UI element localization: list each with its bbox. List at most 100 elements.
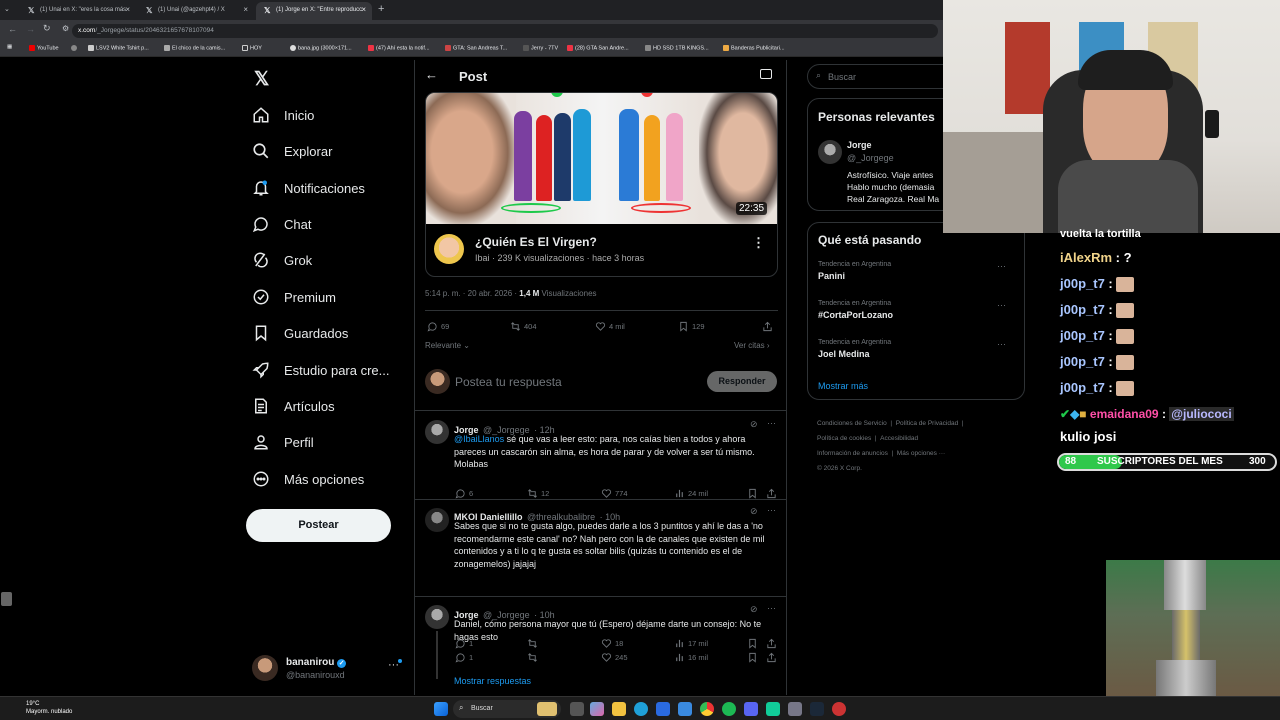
x-logo-icon[interactable]: 𝕏 xyxy=(254,68,269,91)
bookmark-item[interactable]: bana.jpg (3000×171... xyxy=(290,45,352,51)
youtube-card[interactable]: 22:35 ¿Quién Es El Virgen? Ibai · 239 K … xyxy=(425,92,778,277)
bookmark-item[interactable]: (47) Ahí esta la notif... xyxy=(368,45,430,51)
mail-icon[interactable] xyxy=(678,702,692,716)
apps-icon[interactable]: ▦ xyxy=(7,44,12,50)
share-icon[interactable] xyxy=(762,321,773,332)
nav-item-inicio[interactable]: Inicio xyxy=(252,106,314,124)
bookmark-item[interactable]: GTA: San Andreas T... xyxy=(445,45,507,51)
share-icon[interactable] xyxy=(766,488,777,499)
tab-search-button[interactable]: ⌄ xyxy=(4,5,14,15)
bookmark-item[interactable]: (28) GTA San Andre... xyxy=(567,45,629,51)
grok-icon[interactable]: ⊘ xyxy=(750,604,758,615)
bookmark-item[interactable]: HD SSD 1TB KINGS... xyxy=(645,45,709,51)
reload-icon[interactable]: ↻ xyxy=(43,23,51,34)
nav-item-mas-opciones[interactable]: Más opciones xyxy=(252,470,364,488)
search-input[interactable]: Buscar xyxy=(828,72,856,82)
new-tab-button[interactable]: + xyxy=(378,3,384,15)
repost-count[interactable]: 404 xyxy=(510,321,537,332)
show-replies-link[interactable]: Mostrar respuestas xyxy=(454,676,531,686)
repost-count[interactable] xyxy=(527,652,541,663)
discord-icon[interactable] xyxy=(744,702,758,716)
more-dots-icon[interactable]: ··· xyxy=(997,300,1006,310)
video-title[interactable]: ¿Quién Es El Virgen? xyxy=(475,235,597,249)
tweet-menu-icon[interactable]: ··· xyxy=(767,603,776,613)
forward-icon[interactable]: → xyxy=(26,24,35,34)
tweet-menu-icon[interactable]: ··· xyxy=(767,505,776,515)
taskbar-search[interactable]: ⌕ Buscar xyxy=(453,700,561,718)
task-view-icon[interactable] xyxy=(570,702,584,716)
tweet-menu-icon[interactable]: ··· xyxy=(767,418,776,428)
nav-item-explorar[interactable]: Explorar xyxy=(252,142,332,160)
channel-avatar[interactable] xyxy=(434,234,464,264)
grok-icon[interactable]: ⊘ xyxy=(750,506,758,517)
like-count[interactable]: 774 xyxy=(601,488,628,499)
browser-tab[interactable]: 𝕏 (1) Unai (@agzehpt4) / X × xyxy=(138,2,254,20)
back-arrow-icon[interactable]: ← xyxy=(425,67,438,82)
nav-item-grok[interactable]: Grok xyxy=(252,251,312,269)
reply-count[interactable]: 69 xyxy=(427,321,449,332)
nav-item-perfil[interactable]: Perfil xyxy=(252,433,314,451)
nav-item-estudio[interactable]: Estudio para cre... xyxy=(252,361,390,379)
grok-icon[interactable]: ⊘ xyxy=(750,419,758,430)
site-info-icon[interactable]: ⚙ xyxy=(62,24,69,33)
nav-item-chat[interactable]: Chat xyxy=(252,215,311,233)
nav-item-premium[interactable]: Premium xyxy=(252,288,336,306)
weather-widget[interactable]: 19°C Mayorm. nublado xyxy=(26,700,72,716)
view-count[interactable]: 24 mil xyxy=(674,488,708,499)
video-thumbnail[interactable]: 22:35 xyxy=(426,93,777,224)
video-menu-icon[interactable]: ⋮ xyxy=(752,235,765,251)
bookmark-icon[interactable] xyxy=(747,652,758,663)
app-icon[interactable] xyxy=(656,702,670,716)
reader-view-icon[interactable] xyxy=(760,69,772,79)
address-bar[interactable]: x.com/_Jorgege/status/204632165767810709… xyxy=(72,24,938,38)
close-tab-icon[interactable]: × xyxy=(361,5,366,14)
copilot-icon[interactable] xyxy=(590,702,604,716)
repost-count[interactable]: 12 xyxy=(527,488,549,499)
account-switcher[interactable]: bananirou ✓ @bananirouxd ··· xyxy=(252,655,402,683)
reply-tweet[interactable]: Jorge @_Jorgege · 12h ⊘ ··· @IbaiLlanos … xyxy=(415,411,786,499)
browser-tab[interactable]: 𝕏 (1) Unai en X: "eres la cosa más × xyxy=(20,2,136,20)
bookmark-icon[interactable] xyxy=(747,488,758,499)
like-count[interactable]: 245 xyxy=(601,652,628,663)
browser-tab-active[interactable]: 𝕏 (1) Jorge en X: "Entre reproducc × xyxy=(256,2,372,20)
more-dots-icon[interactable]: ··· xyxy=(997,339,1006,349)
bookmark-item[interactable]: El chico de la camis... xyxy=(164,45,225,51)
close-tab-icon[interactable]: × xyxy=(125,5,130,14)
app-icon[interactable] xyxy=(766,702,780,716)
view-quotes-link[interactable]: Ver citas › xyxy=(734,341,770,350)
windows-start-icon[interactable] xyxy=(434,702,448,716)
avatar[interactable] xyxy=(818,140,842,164)
trend-item[interactable]: Tendencia en Argentina #CortaPorLozano ·… xyxy=(818,300,1018,330)
view-count[interactable]: 16 mil xyxy=(674,652,708,663)
bookmark-item[interactable]: YouTube xyxy=(29,45,59,51)
spotify-icon[interactable] xyxy=(722,702,736,716)
trend-item[interactable]: Tendencia en Argentina Joel Medina ··· xyxy=(818,339,1018,369)
nav-item-articulos[interactable]: Artículos xyxy=(252,397,335,415)
reply-button[interactable]: Responder xyxy=(707,371,777,392)
reply-count[interactable]: 1 xyxy=(455,652,473,663)
app-icon[interactable] xyxy=(788,702,802,716)
steam-icon[interactable] xyxy=(810,702,824,716)
reply-tweet[interactable]: Jorge @_Jorgege · 10h ⊘ ··· Daniel, cómo… xyxy=(415,597,786,695)
post-button[interactable]: Postear xyxy=(246,509,391,542)
reply-tweet[interactable]: MKOI Daniellillo @threalkubalibre · 10h … xyxy=(415,500,786,595)
reply-input[interactable]: Postea tu respuesta xyxy=(455,375,562,389)
share-icon[interactable] xyxy=(766,652,777,663)
bookmark-item[interactable]: Jerry - 7TV xyxy=(523,45,558,51)
bookmark-item[interactable] xyxy=(71,45,79,51)
explorer-icon[interactable] xyxy=(612,702,626,716)
person-name[interactable]: Jorge xyxy=(847,140,872,150)
app-icon[interactable] xyxy=(832,702,846,716)
bookmark-item[interactable]: Banderas Publicitari... xyxy=(723,45,785,51)
close-tab-icon[interactable]: × xyxy=(243,5,248,14)
nav-item-notificaciones[interactable]: Notificaciones xyxy=(252,179,365,197)
show-more-link[interactable]: Mostrar más xyxy=(818,381,868,391)
mention-link[interactable]: @IbaiLlanos xyxy=(454,434,504,444)
trend-item[interactable]: Tendencia en Argentina Panini ··· xyxy=(818,261,1018,291)
bookmark-item[interactable]: LSV2 White Tshirt p... xyxy=(88,45,149,51)
bookmark-item[interactable]: HOY xyxy=(242,45,262,51)
like-count[interactable]: 4 mil xyxy=(595,321,625,332)
edge-icon[interactable] xyxy=(634,702,648,716)
more-dots-icon[interactable]: ··· xyxy=(997,261,1006,271)
back-icon[interactable]: ← xyxy=(8,24,17,34)
